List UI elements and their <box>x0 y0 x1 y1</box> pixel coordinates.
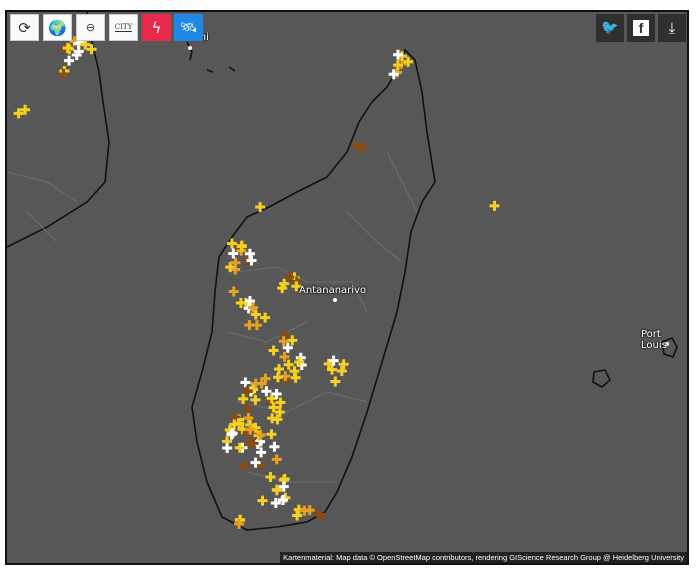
lightning-strike-marker <box>266 429 277 440</box>
refresh-button[interactable]: ⟳ <box>10 14 39 41</box>
lightning-strike-marker <box>243 413 254 424</box>
map-attribution: Kartenmaterial: Map data © OpenStreetMap… <box>280 552 687 563</box>
download-icon: ⤓ <box>668 19 676 37</box>
lightning-strike-marker <box>271 454 282 465</box>
lightning-button[interactable]: ϟ <box>142 14 171 41</box>
refresh-icon: ⟳ <box>18 18 31 37</box>
lightning-strike-marker <box>228 286 239 297</box>
reunion-coastline <box>592 369 611 388</box>
download-button[interactable]: ⤓ <box>658 14 686 42</box>
place-label-antananarivo: Antananarivo <box>299 285 367 296</box>
lightning-strike-marker <box>338 359 349 370</box>
facebook-button[interactable]: f <box>627 14 655 42</box>
lightning-strike-marker <box>268 345 279 356</box>
lightning-strike-marker <box>257 495 268 506</box>
lightning-strike-marker <box>289 366 300 377</box>
lightning-strike-marker <box>222 442 233 453</box>
country-borders <box>7 171 78 243</box>
lightning-strike-marker <box>251 320 262 331</box>
facebook-icon: f <box>633 20 649 36</box>
twitter-icon: 🐦 <box>601 20 619 36</box>
globe-button[interactable]: 🌍 <box>43 14 72 41</box>
lightning-strike-marker <box>267 413 278 424</box>
city-labels-button[interactable]: CITY <box>109 14 138 41</box>
lightning-strike-marker <box>255 201 266 212</box>
lightning-strike-marker <box>330 376 341 387</box>
lightning-strike-marker <box>260 312 271 323</box>
lightning-strike-marker <box>265 472 276 483</box>
lightning-strike-marker <box>226 238 237 249</box>
lightning-strike-marker <box>239 460 250 471</box>
lightning-icon: ϟ <box>151 18 162 37</box>
city-icon: CITY <box>114 23 133 32</box>
city-dot-moroni <box>188 46 192 50</box>
lightning-strike-marker <box>489 200 500 211</box>
globe-icon: 🌍 <box>48 18 67 37</box>
lightning-strikes <box>13 25 500 529</box>
city-dot-antananarivo <box>333 298 337 302</box>
lightning-strike-marker <box>269 441 280 452</box>
satellite-icon: 🛰 <box>179 19 198 36</box>
place-label-port-louis: Port Louis <box>641 329 667 351</box>
lightning-strike-marker <box>336 365 347 376</box>
satellite-button[interactable]: 🛰 <box>174 14 203 41</box>
lightning-map[interactable]: Moroni Antananarivo Port Louis ⟳ 🌍 ⊖ CIT… <box>5 10 689 565</box>
africa-coastline <box>7 12 110 248</box>
lightning-strike-marker <box>304 505 315 516</box>
zoom-out-button[interactable]: ⊖ <box>76 14 105 41</box>
twitter-button[interactable]: 🐦 <box>596 14 624 42</box>
lightning-strike-marker <box>64 55 75 66</box>
zoom-out-icon: ⊖ <box>85 21 96 34</box>
